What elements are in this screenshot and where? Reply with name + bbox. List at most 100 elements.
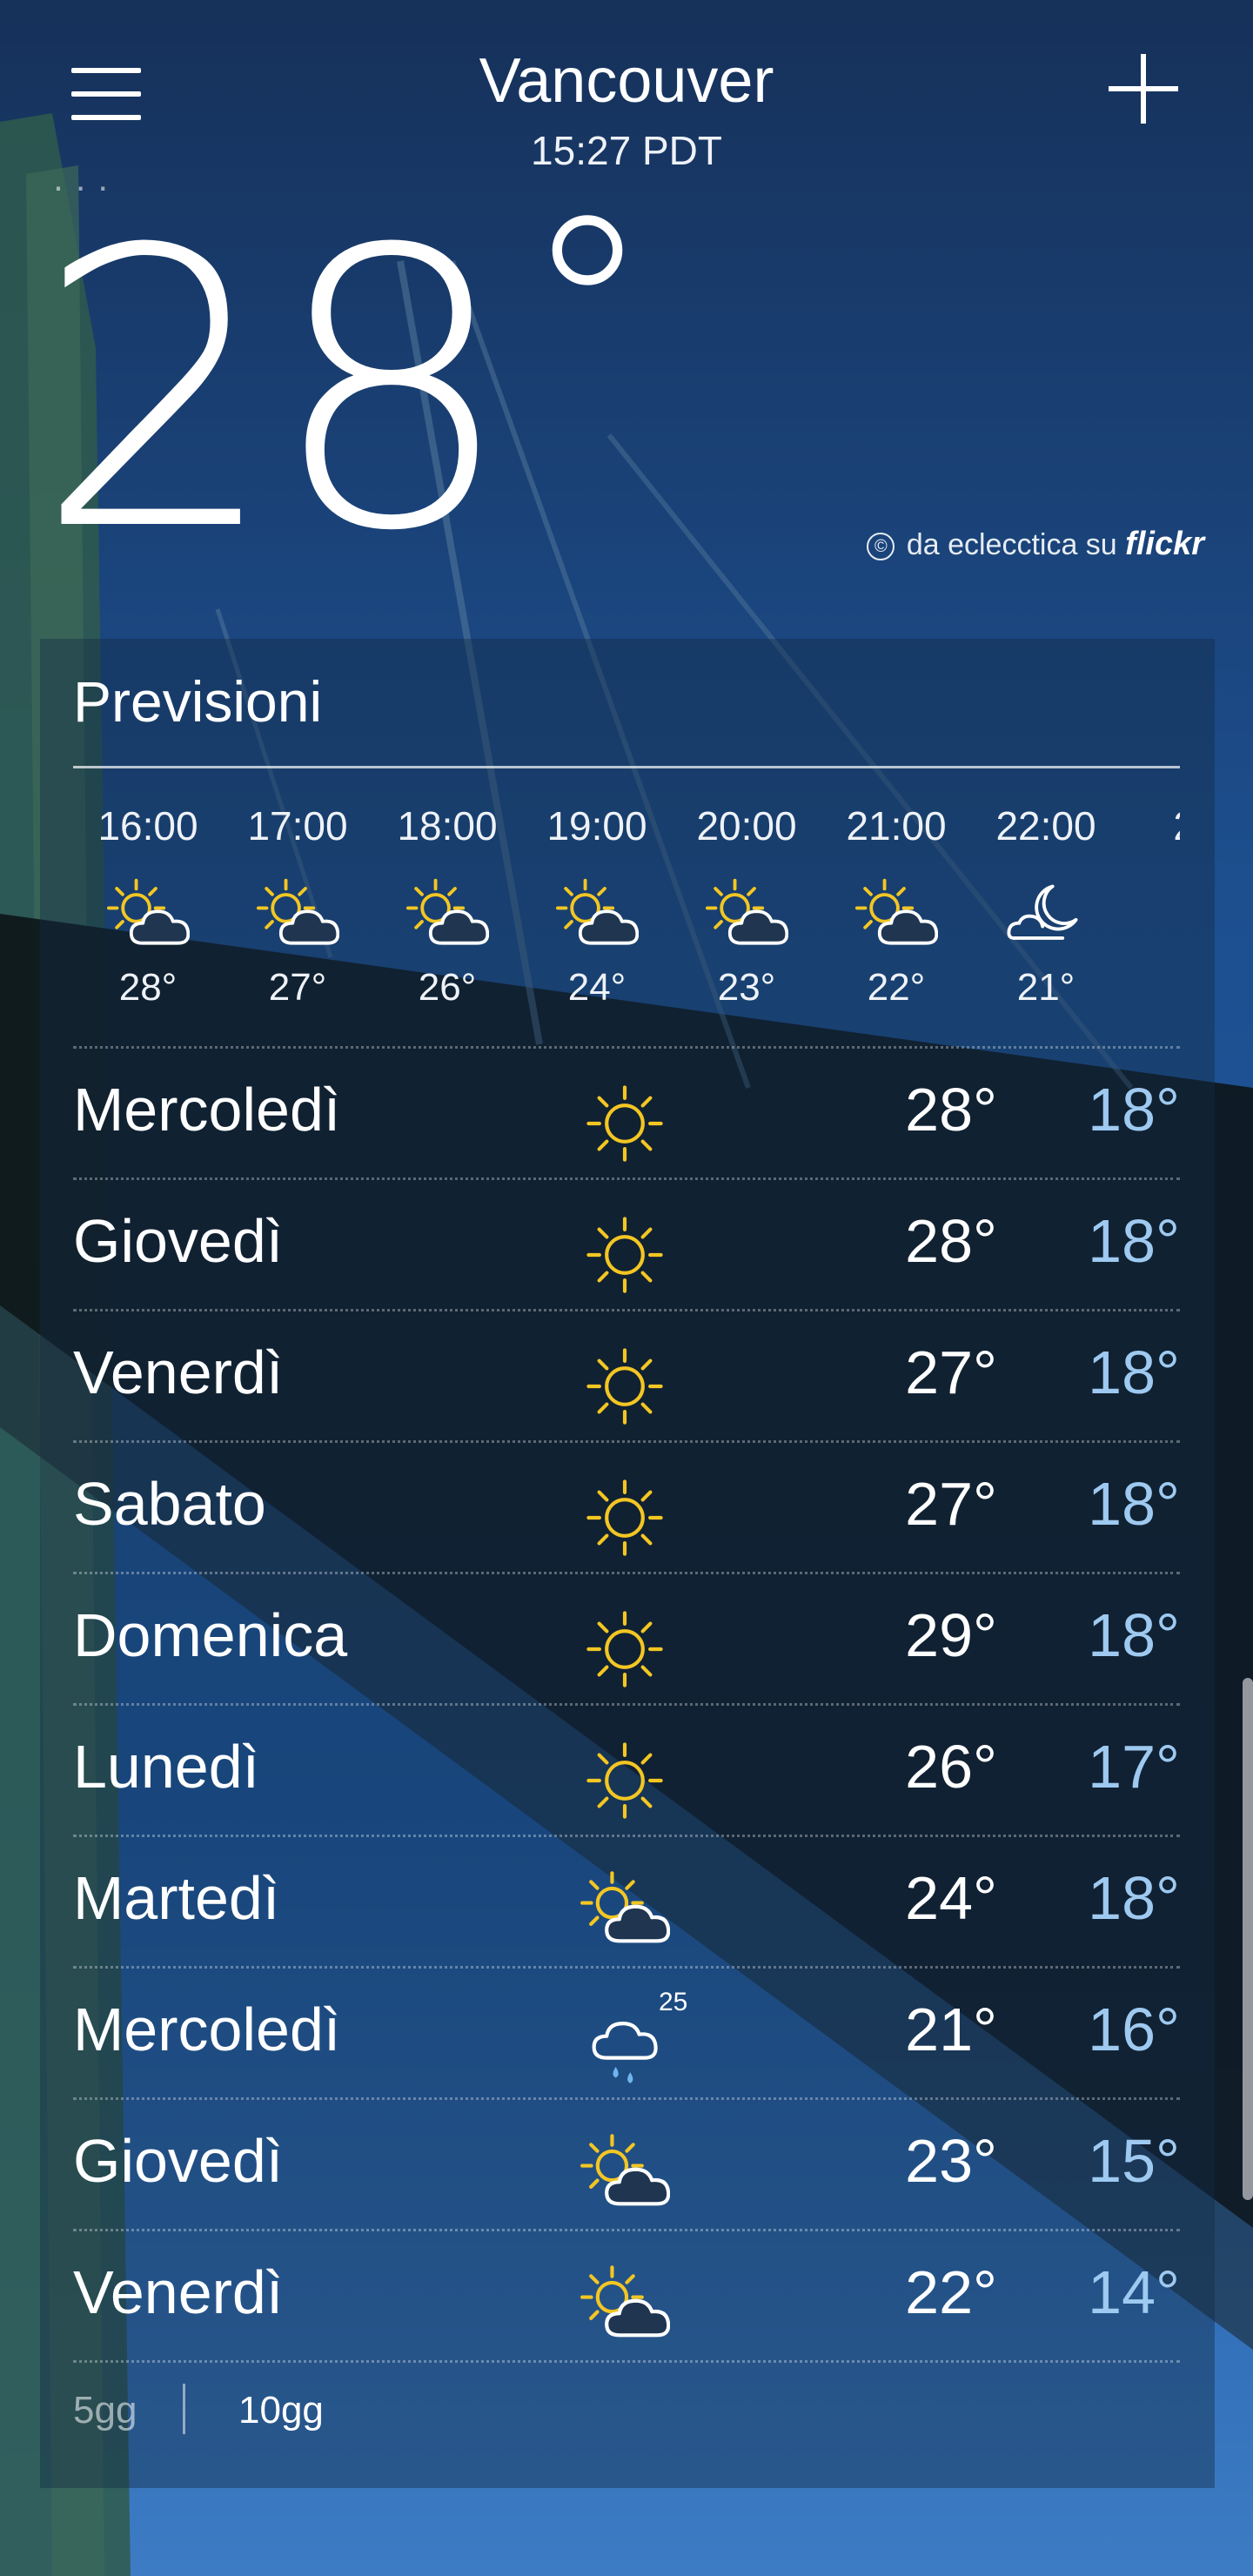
low-temperature: 18° [1088, 1076, 1180, 1144]
daily-forecast-row[interactable]: Giovedì 23° 15° [73, 2097, 1180, 2229]
low-temperature: 16° [1088, 1996, 1180, 2063]
daily-list-divider [73, 2360, 1180, 2363]
high-temperature: 27° [905, 1338, 997, 1406]
low-temperature: 18° [1088, 1470, 1180, 1538]
hourly-item: 18:00 26° [372, 788, 522, 1040]
daily-forecast-row[interactable]: Giovedì 28° 18° [73, 1177, 1180, 1309]
hourly-time: 23 [1121, 802, 1180, 849]
flickr-logo: flickr [1125, 526, 1204, 562]
sun-icon [586, 1611, 663, 1687]
day-name: Martedì [73, 1864, 280, 1932]
hourly-temperature: 27° [268, 966, 327, 1009]
hourly-item: 19:00 24° [522, 788, 672, 1040]
add-location-icon[interactable] [1109, 54, 1178, 124]
sun-cloud-icon [405, 878, 489, 945]
hourly-time: 19:00 [546, 803, 647, 849]
low-temperature: 18° [1088, 1601, 1180, 1669]
daily-forecast-row[interactable]: Mercoledì 25 21° 16° [73, 1966, 1180, 2097]
forecast-title: Previsioni [73, 669, 323, 734]
high-temperature: 28° [905, 1076, 997, 1144]
hourly-item: 20:00 23° [672, 788, 821, 1040]
daily-forecast-row[interactable]: Venerdì 27° 18° [73, 1309, 1180, 1440]
sun-cloud-icon [580, 2265, 670, 2338]
sun-cloud-icon [256, 878, 339, 945]
sun-icon [586, 1348, 663, 1425]
hourly-temperature: 26° [418, 966, 477, 1009]
sun-cloud-icon [580, 2134, 670, 2206]
hourly-time: 22:00 [995, 803, 1096, 849]
high-temperature: 28° [905, 1207, 997, 1275]
hourly-temperature: 28° [118, 966, 178, 1009]
moon-icon [1154, 875, 1180, 958]
degree-symbol: ° [522, 161, 653, 465]
high-temperature: 22° [905, 2258, 997, 2326]
photo-credit[interactable]: © da eclecctica su flickr [867, 526, 1204, 563]
low-temperature: 18° [1088, 1207, 1180, 1275]
sun-cloud-icon [705, 878, 788, 945]
high-temperature: 21° [905, 1996, 997, 2063]
high-temperature: 23° [905, 2127, 997, 2195]
daily-forecast-row[interactable]: Venerdì 22° 14° [73, 2229, 1180, 2360]
sun-icon [586, 1085, 663, 1162]
hourly-temperature: 23° [717, 966, 776, 1009]
sun-icon [586, 1479, 663, 1556]
moon-cloud-icon [1007, 884, 1078, 940]
sun-cloud-icon [555, 878, 639, 945]
high-temperature: 27° [905, 1470, 997, 1538]
daily-forecast-list: Mercoledì 28° 18° Giovedì 28° 18° Venerdì 27° 18… [73, 1046, 1180, 2363]
hourly-item: 22:00 21° [971, 788, 1121, 1040]
high-temperature: 29° [905, 1601, 997, 1669]
tab-5-days[interactable]: 5gg [73, 2389, 137, 2432]
day-name: Sabato [73, 1470, 266, 1538]
high-temperature: 24° [905, 1864, 997, 1932]
rain-cloud-icon [592, 2022, 658, 2083]
hourly-time: 16:00 [97, 803, 198, 849]
high-temperature: 26° [905, 1733, 997, 1801]
hourly-temperature: 2 [1121, 966, 1180, 1010]
hourly-item: 16:00 28° [73, 788, 223, 1040]
hourly-time: 17:00 [247, 803, 348, 849]
current-temperature-value: 28 [35, 169, 513, 614]
photo-credit-text: da eclecctica su [906, 528, 1117, 561]
low-temperature: 14° [1088, 2258, 1180, 2326]
low-temperature: 18° [1088, 1864, 1180, 1932]
hourly-forecast-strip[interactable]: 16:00 28° 17:00 27° 18:00 26° 19:00 24° 20:00 23°… [73, 788, 1180, 1040]
daily-forecast-row[interactable]: Domenica 29° 18° [73, 1572, 1180, 1703]
scrollbar[interactable] [1243, 1678, 1253, 2200]
precipitation-chance: 25 [659, 1988, 688, 2016]
day-name: Domenica [73, 1601, 348, 1669]
day-name: Giovedì [73, 1207, 284, 1275]
hourly-temperature: 22° [867, 966, 926, 1009]
tab-separator [183, 2384, 185, 2434]
copyright-icon: © [867, 533, 895, 560]
forecast-divider [73, 766, 1180, 768]
local-time: 15:27 PDT [531, 128, 722, 173]
daily-forecast-row[interactable]: Sabato 27° 18° [73, 1440, 1180, 1572]
low-temperature: 18° [1088, 1338, 1180, 1406]
hourly-temperature: 24° [567, 966, 626, 1009]
daily-forecast-row[interactable]: Martedì 24° 18° [73, 1835, 1180, 1966]
hourly-temperature: 21° [1016, 966, 1075, 1009]
day-name: Mercoledì [73, 1996, 341, 2063]
hourly-time: 20:00 [696, 803, 797, 849]
day-name: Lunedì [73, 1733, 260, 1801]
day-name: Mercoledì [73, 1076, 341, 1144]
low-temperature: 17° [1088, 1733, 1180, 1801]
day-name: Venerdì [73, 1338, 284, 1406]
sun-cloud-icon [854, 878, 938, 945]
sun-icon [586, 1742, 663, 1819]
low-temperature: 15° [1088, 2127, 1180, 2195]
city-name: Vancouver [479, 46, 774, 116]
hourly-item: 23 2 [1121, 788, 1180, 1040]
daily-forecast-row[interactable]: Mercoledì 28° 18° [73, 1046, 1180, 1177]
day-name: Giovedì [73, 2127, 284, 2195]
daily-forecast-row[interactable]: Lunedì 26° 17° [73, 1703, 1180, 1835]
sun-cloud-icon [106, 878, 190, 945]
day-name: Venerdì [73, 2258, 284, 2326]
current-temperature: 28 ° [35, 183, 653, 584]
sun-icon [586, 1217, 663, 1293]
hourly-time: 21:00 [846, 803, 947, 849]
hourly-item: 21:00 22° [821, 788, 971, 1040]
tab-10-days[interactable]: 10gg [238, 2389, 324, 2432]
hourly-time: 18:00 [397, 803, 498, 849]
